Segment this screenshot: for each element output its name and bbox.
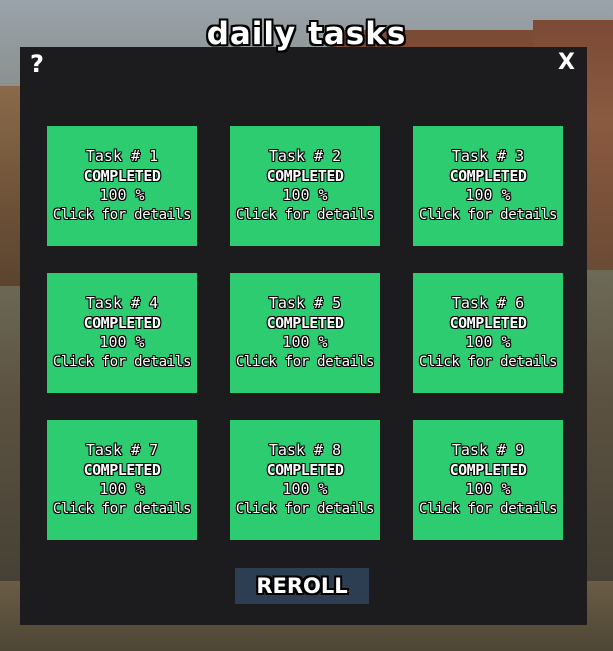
task-name: Task # 1 [85, 147, 159, 165]
task-details-link[interactable]: Click for details [236, 353, 375, 373]
help-button[interactable]: ? [30, 50, 44, 78]
task-progress: 100 % [465, 186, 511, 204]
task-name: Task # 8 [268, 441, 342, 459]
task-status: COMPLETED [83, 460, 161, 479]
task-status: COMPLETED [266, 166, 344, 185]
task-card-4[interactable]: Task # 4 COMPLETED 100 % Click for detai… [47, 273, 197, 393]
task-name: Task # 5 [268, 294, 342, 312]
task-details-link[interactable]: Click for details [419, 206, 558, 226]
task-details-link[interactable]: Click for details [53, 206, 192, 226]
task-progress: 100 % [282, 186, 328, 204]
task-status: COMPLETED [83, 166, 161, 185]
task-status: COMPLETED [449, 313, 527, 332]
task-details-link[interactable]: Click for details [236, 206, 375, 226]
task-name: Task # 6 [451, 294, 525, 312]
reroll-button[interactable]: REROLL [235, 568, 369, 604]
task-progress: 100 % [282, 333, 328, 351]
close-button[interactable]: X [558, 50, 575, 75]
task-details-link[interactable]: Click for details [419, 353, 558, 373]
task-card-2[interactable]: Task # 2 COMPLETED 100 % Click for detai… [230, 126, 380, 246]
task-progress: 100 % [465, 480, 511, 498]
task-progress: 100 % [282, 480, 328, 498]
task-name: Task # 7 [85, 441, 159, 459]
task-card-9[interactable]: Task # 9 COMPLETED 100 % Click for detai… [413, 420, 563, 540]
task-details-link[interactable]: Click for details [53, 353, 192, 373]
task-progress: 100 % [465, 333, 511, 351]
task-card-3[interactable]: Task # 3 COMPLETED 100 % Click for detai… [413, 126, 563, 246]
task-name: Task # 4 [85, 294, 159, 312]
panel-title: daily tasks [206, 16, 407, 52]
task-status: COMPLETED [83, 313, 161, 332]
task-details-link[interactable]: Click for details [53, 500, 192, 520]
task-progress: 100 % [99, 480, 145, 498]
task-progress: 100 % [99, 186, 145, 204]
task-status: COMPLETED [449, 460, 527, 479]
task-name: Task # 3 [451, 147, 525, 165]
task-card-5[interactable]: Task # 5 COMPLETED 100 % Click for detai… [230, 273, 380, 393]
task-details-link[interactable]: Click for details [236, 500, 375, 520]
task-card-8[interactable]: Task # 8 COMPLETED 100 % Click for detai… [230, 420, 380, 540]
task-card-6[interactable]: Task # 6 COMPLETED 100 % Click for detai… [413, 273, 563, 393]
task-progress: 100 % [99, 333, 145, 351]
task-grid: Task # 1 COMPLETED 100 % Click for detai… [47, 126, 563, 540]
task-status: COMPLETED [266, 313, 344, 332]
daily-tasks-panel: Task # 1 COMPLETED 100 % Click for detai… [20, 47, 587, 625]
task-status: COMPLETED [266, 460, 344, 479]
task-card-1[interactable]: Task # 1 COMPLETED 100 % Click for detai… [47, 126, 197, 246]
task-name: Task # 2 [268, 147, 342, 165]
task-card-7[interactable]: Task # 7 COMPLETED 100 % Click for detai… [47, 420, 197, 540]
task-status: COMPLETED [449, 166, 527, 185]
task-details-link[interactable]: Click for details [419, 500, 558, 520]
task-name: Task # 9 [451, 441, 525, 459]
